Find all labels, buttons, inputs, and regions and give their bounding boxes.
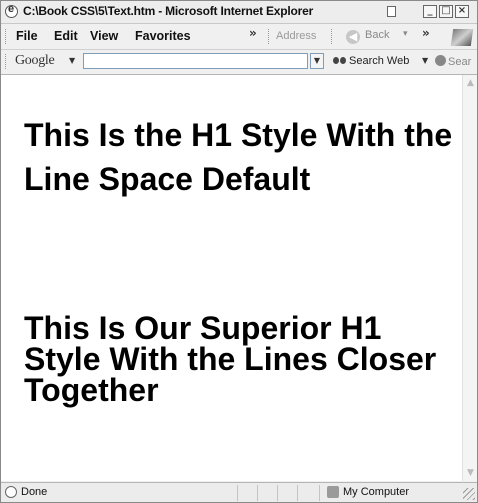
binoculars-icon: [333, 55, 346, 65]
status-divider: [297, 485, 298, 501]
minimize-button[interactable]: _: [423, 5, 437, 18]
close-button[interactable]: ×: [455, 5, 469, 18]
title-bar: C:\Book CSS\5\Text.htm - Microsoft Inter…: [1, 1, 477, 24]
toolbar-grip[interactable]: [5, 29, 8, 44]
status-divider: [257, 485, 258, 501]
ie-icon[interactable]: [5, 3, 18, 18]
address-label[interactable]: Address: [276, 30, 316, 42]
computer-icon: [327, 486, 339, 498]
windows-logo-icon: [450, 29, 474, 46]
back-label: Back: [365, 29, 390, 41]
maximize-button[interactable]: □: [439, 5, 453, 18]
back-arrow-icon: ◀: [346, 30, 360, 44]
google-logo[interactable]: Google: [15, 53, 55, 69]
ie-page-icon: [5, 486, 17, 498]
toolbar-overflow-chevron[interactable]: »: [422, 26, 430, 40]
scroll-down-arrow-icon[interactable]: ▼: [464, 466, 477, 480]
toolbar-grip[interactable]: [5, 54, 8, 69]
google-toolbar: Google ▼ ▼ Search Web ▼ Sear: [1, 50, 477, 75]
toolbar-grip[interactable]: [268, 29, 271, 44]
globe-icon: [435, 55, 446, 66]
menu-bar: File Edit View Favorites » Address ◀ Bac…: [1, 24, 477, 50]
status-divider: [319, 485, 320, 501]
google-search-input[interactable]: [83, 53, 308, 69]
status-divider: [277, 485, 278, 501]
page-content: This Is the H1 Style With the Line Space…: [1, 75, 462, 481]
heading-tight-spacing: This Is Our Superior H1 Style With the L…: [24, 310, 437, 408]
site-search-label: Sear: [448, 56, 472, 68]
status-text: Done: [21, 486, 48, 498]
menu-favorites[interactable]: Favorites: [135, 29, 191, 43]
toolbar-grip[interactable]: [331, 29, 334, 44]
browser-window: C:\Book CSS\5\Text.htm - Microsoft Inter…: [0, 0, 478, 503]
menu-view[interactable]: View: [90, 29, 118, 43]
resize-grip[interactable]: [463, 488, 475, 500]
site-search-button[interactable]: Sear: [435, 55, 471, 68]
document-icon: [387, 6, 396, 17]
vertical-scrollbar[interactable]: ▲ ▼: [462, 75, 477, 481]
scroll-up-arrow-icon[interactable]: ▲: [464, 76, 477, 90]
window-title: C:\Book CSS\5\Text.htm - Microsoft Inter…: [23, 4, 314, 18]
status-bar: Done My Computer: [1, 482, 477, 502]
security-zone: My Computer: [343, 486, 410, 498]
search-web-dropdown-icon[interactable]: ▼: [422, 56, 428, 65]
status-divider: [237, 485, 238, 501]
menu-edit[interactable]: Edit: [54, 29, 78, 43]
menu-file[interactable]: File: [16, 29, 38, 43]
search-history-dropdown[interactable]: ▼: [310, 53, 324, 69]
google-menu-dropdown-icon[interactable]: ▼: [69, 56, 75, 65]
menu-overflow-chevron[interactable]: »: [249, 26, 257, 40]
search-web-label: Search Web: [349, 55, 410, 67]
search-web-button[interactable]: Search Web: [333, 55, 409, 67]
heading-default-spacing: This Is the H1 Style With the Line Space…: [24, 117, 453, 197]
back-dropdown-icon[interactable]: ▾: [403, 29, 408, 39]
